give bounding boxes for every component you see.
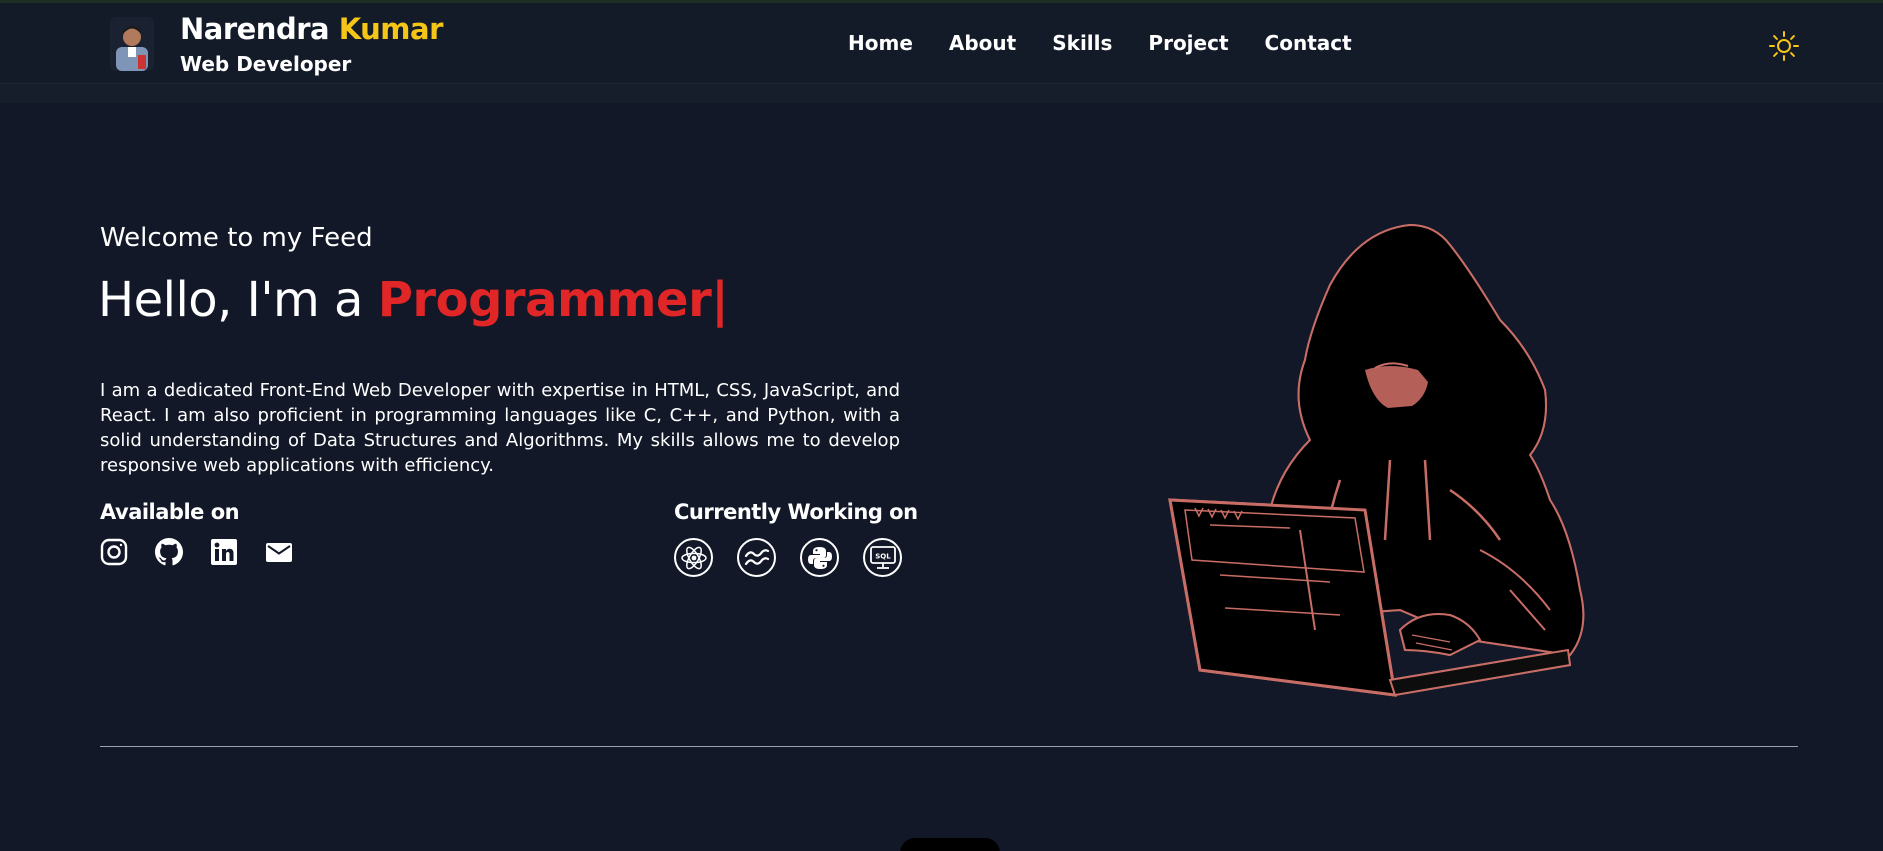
nav-about[interactable]: About xyxy=(949,31,1016,55)
nav-home[interactable]: Home xyxy=(848,31,913,55)
nav-contact[interactable]: Contact xyxy=(1265,31,1352,55)
avatar xyxy=(110,17,154,71)
linkedin-icon[interactable] xyxy=(210,538,238,566)
hero-heading: Hello, I'm a Programmer| xyxy=(98,272,729,328)
brand-name: Narendra Kumar xyxy=(180,12,443,46)
social-links xyxy=(100,538,293,566)
github-icon[interactable] xyxy=(155,538,183,566)
available-title: Available on xyxy=(100,500,240,524)
nav-skills[interactable]: Skills xyxy=(1052,31,1112,55)
bottom-pill-button[interactable] xyxy=(900,838,1000,851)
nav-project[interactable]: Project xyxy=(1148,31,1228,55)
tech-stack: SQL xyxy=(674,538,902,577)
tailwind-icon xyxy=(737,538,776,577)
main-nav: Home About Skills Project Contact xyxy=(848,31,1388,55)
brand-role: Web Developer xyxy=(180,52,352,76)
sun-icon[interactable] xyxy=(1768,30,1800,62)
python-icon xyxy=(800,538,839,577)
section-divider xyxy=(100,746,1798,747)
header-shadow-band xyxy=(0,84,1883,103)
instagram-icon[interactable] xyxy=(100,538,128,566)
hacker-illustration xyxy=(1150,210,1640,710)
sql-icon: SQL xyxy=(863,538,902,577)
brand-first-name: Narendra xyxy=(180,12,330,46)
bio-paragraph: I am a dedicated Front-End Web Developer… xyxy=(100,380,900,476)
site-header: Narendra Kumar Web Developer Home About … xyxy=(0,3,1883,84)
brand-last-name: Kumar xyxy=(338,12,444,46)
mail-icon[interactable] xyxy=(265,538,293,566)
hero-typed-word: Programmer| xyxy=(377,272,729,328)
hero-heading-prefix: Hello, I'm a xyxy=(98,272,363,328)
working-title: Currently Working on xyxy=(674,500,918,524)
welcome-text: Welcome to my Feed xyxy=(100,223,373,253)
sql-label: SQL xyxy=(875,552,891,560)
react-icon xyxy=(674,538,713,577)
